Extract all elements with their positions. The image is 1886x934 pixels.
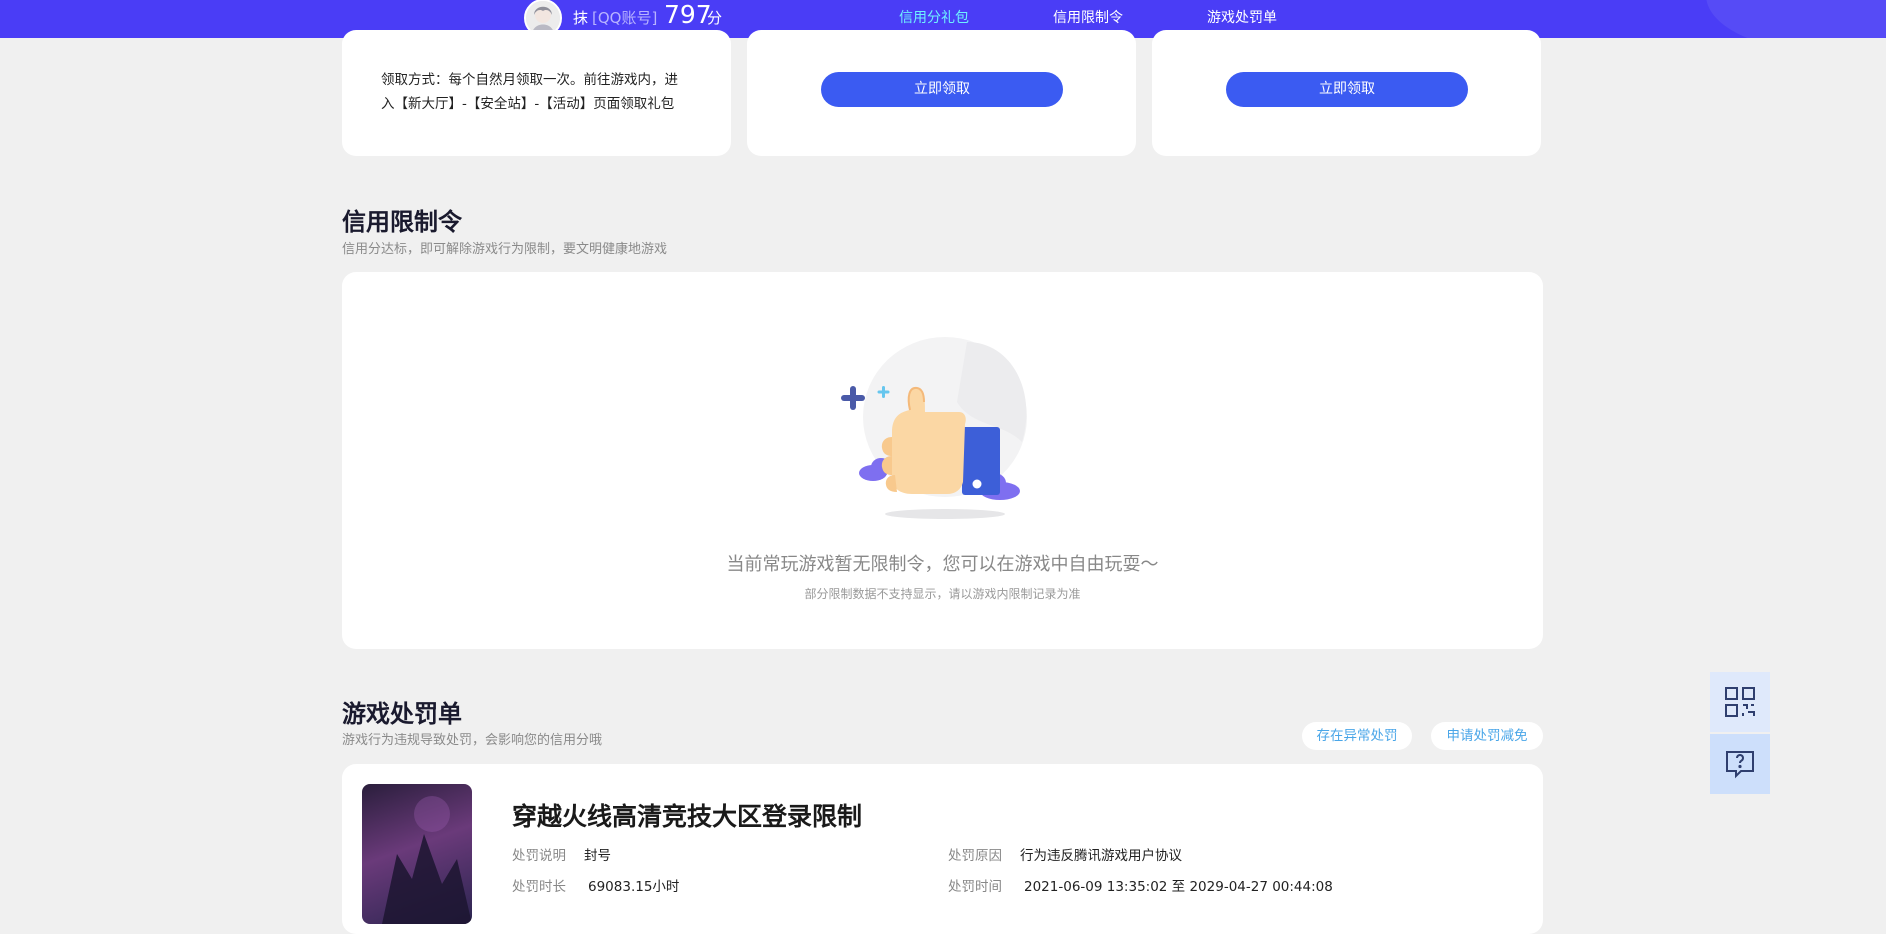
account-type: [QQ账号]	[592, 9, 658, 27]
restriction-section-subtitle: 信用分达标，即可解除游戏行为限制，要文明健康地游戏	[342, 242, 668, 257]
penalty-reason-label: 处罚原因	[948, 848, 1002, 864]
qr-code-button[interactable]	[1710, 672, 1770, 732]
penalty-section-title: 游戏处罚单	[342, 700, 462, 728]
penalty-time-value: 2021-06-09 13:35:02 至 2029-04-27 00:44:0…	[1024, 879, 1333, 895]
penalty-time-label: 处罚时间	[948, 879, 1002, 895]
credit-score: 797	[664, 0, 712, 29]
penalty-reason-value: 行为违反腾讯游戏用户协议	[1020, 848, 1182, 864]
penalty-desc-value: 封号	[584, 848, 611, 864]
claim-method-line-2: 入【新大厅】-【安全站】-【活动】页面领取礼包	[381, 96, 675, 112]
penalty-duration-value: 69083.15小时	[588, 879, 680, 895]
help-button[interactable]	[1710, 734, 1770, 794]
help-chat-icon	[1724, 748, 1756, 784]
penalty-duration-label: 处罚时长	[512, 879, 566, 895]
penalty-desc-label: 处罚说明	[512, 848, 566, 864]
header-decoration	[1706, 0, 1886, 38]
game-cover-image	[362, 784, 472, 924]
qr-code-icon	[1724, 686, 1756, 722]
penalty-section-subtitle: 游戏行为违规导致处罚，会影响您的信用分哦	[342, 733, 603, 748]
report-abnormal-penalty-button[interactable]: 存在异常处罚	[1302, 722, 1412, 750]
tab-credit-restriction[interactable]: 信用限制令	[1053, 7, 1123, 27]
user-name: 抹	[573, 9, 589, 27]
claim-method-text: 领取方式：每个自然月领取一次。前往游戏内，进 入【新大厅】-【安全站】-【活动】…	[381, 68, 697, 116]
thumbs-up-illustration	[837, 332, 1047, 522]
apply-penalty-reduction-button[interactable]: 申请处罚减免	[1431, 722, 1543, 750]
credit-score-unit: 分	[707, 9, 723, 27]
restriction-empty-message: 当前常玩游戏暂无限制令，您可以在游戏中自由玩耍～	[726, 554, 1159, 575]
restriction-empty-note: 部分限制数据不支持显示，请以游戏内限制记录为准	[804, 587, 1081, 601]
restriction-section-title: 信用限制令	[342, 208, 462, 236]
penalty-game-title: 穿越火线高清竞技大区登录限制	[512, 802, 863, 831]
tab-credit-gift[interactable]: 信用分礼包	[899, 7, 969, 27]
claim-now-button-1[interactable]: 立即领取	[821, 72, 1063, 107]
claim-method-line-1: 领取方式：每个自然月领取一次。前往游戏内，进	[381, 72, 678, 88]
tab-game-penalty[interactable]: 游戏处罚单	[1207, 7, 1277, 27]
claim-now-button-2[interactable]: 立即领取	[1226, 72, 1468, 107]
